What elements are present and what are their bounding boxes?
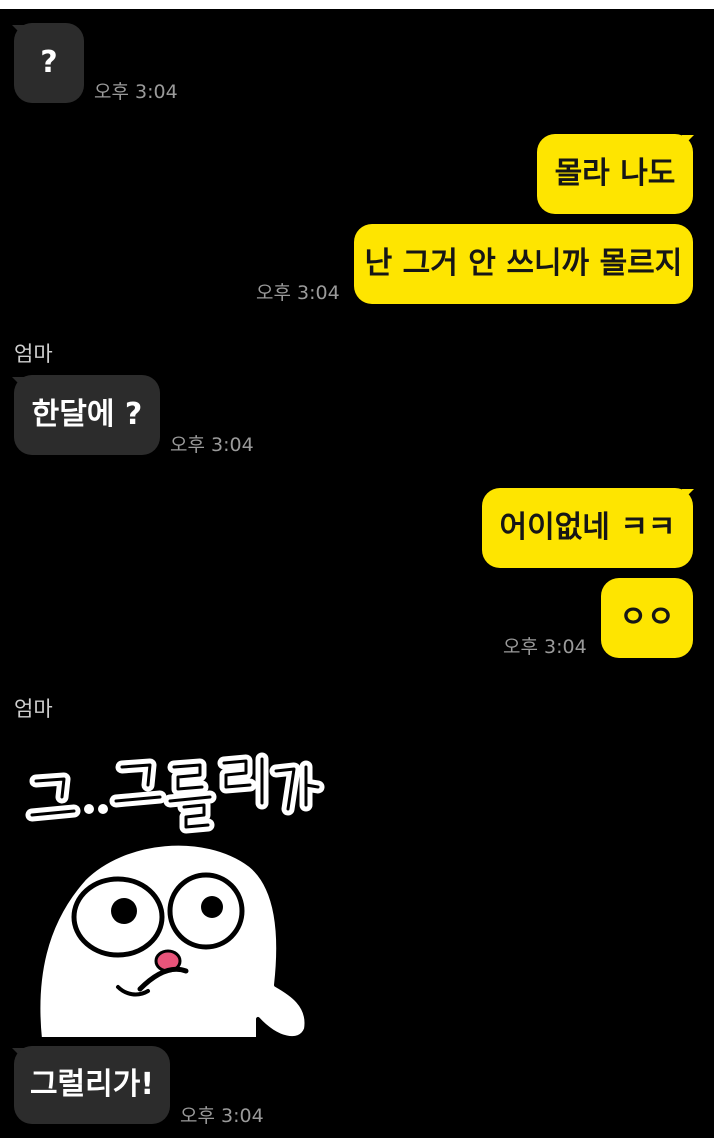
sticker-icon bbox=[25, 752, 325, 1041]
chat-screen: ? 오후 3:04 몰라 나도 난 그거 안 쓰니까 몰르지 오후 3:04 엄… bbox=[0, 9, 714, 1138]
sender-name: 엄마 bbox=[14, 697, 53, 721]
message-text: 그럴리가! bbox=[29, 1067, 155, 1102]
surprised-ghost-sticker[interactable] bbox=[14, 749, 334, 1041]
outgoing-message-bubble[interactable]: 어이없네 ㅋㅋ bbox=[482, 488, 693, 568]
incoming-message-bubble[interactable]: ? bbox=[14, 23, 84, 103]
message-timestamp: 오후 3:04 bbox=[170, 434, 254, 456]
message-text: 몰라 나도 bbox=[554, 156, 676, 191]
message-timestamp: 오후 3:04 bbox=[503, 636, 587, 658]
message-text: ㅇㅇ bbox=[619, 600, 675, 635]
message-text: 어이없네 ㅋㅋ bbox=[499, 510, 676, 545]
incoming-message-bubble[interactable]: 그럴리가! bbox=[14, 1046, 170, 1124]
message-timestamp: 오후 3:04 bbox=[256, 282, 340, 304]
incoming-message-bubble[interactable]: 한달에 ? bbox=[14, 375, 160, 455]
message-text: 난 그거 안 쓰니까 몰르지 bbox=[364, 246, 683, 281]
outgoing-message-bubble[interactable]: 난 그거 안 쓰니까 몰르지 bbox=[354, 224, 693, 304]
outgoing-message-bubble[interactable]: 몰라 나도 bbox=[537, 134, 693, 214]
sender-name: 엄마 bbox=[14, 342, 53, 366]
outgoing-message-bubble[interactable]: ㅇㅇ bbox=[601, 578, 693, 658]
message-timestamp: 오후 3:04 bbox=[180, 1105, 264, 1127]
message-text: ? bbox=[40, 45, 58, 80]
message-timestamp: 오후 3:04 bbox=[94, 81, 178, 103]
message-text: 한달에 ? bbox=[31, 397, 143, 432]
